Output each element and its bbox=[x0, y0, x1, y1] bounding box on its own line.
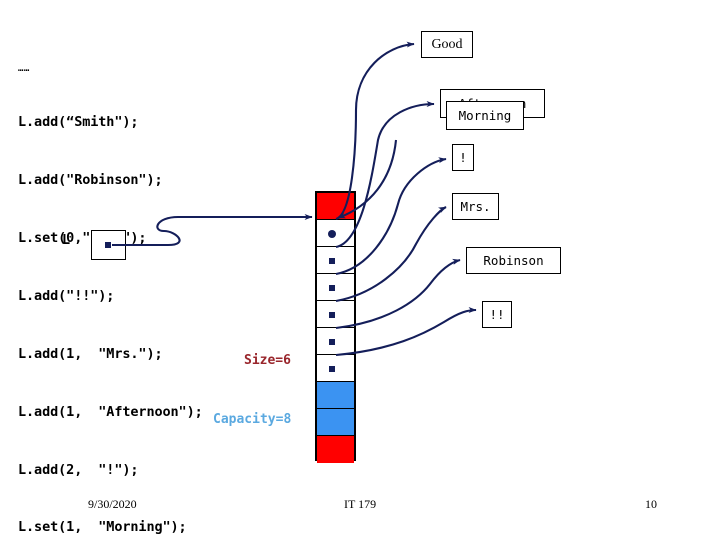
array-cell-pointer-dot-icon bbox=[329, 366, 335, 372]
array-cell-pointer-dot-icon bbox=[328, 230, 336, 238]
pointer-variable-label: L bbox=[62, 232, 71, 248]
value-box: Mrs. bbox=[452, 193, 499, 220]
pointer-dot-icon bbox=[105, 242, 111, 248]
code-line: L.set(1, "Morning"); bbox=[18, 519, 187, 536]
code-line: L.add("Robinson"); bbox=[18, 172, 163, 189]
array-cell bbox=[317, 301, 354, 328]
array-cell bbox=[317, 220, 354, 247]
arrow-slot5-to-bangbang bbox=[335, 307, 477, 357]
value-box: ! bbox=[452, 144, 474, 171]
array-cell bbox=[317, 328, 354, 355]
array-cell bbox=[317, 436, 354, 463]
value-box: Morning bbox=[446, 101, 524, 130]
code-line: L.add(1, "Mrs."); bbox=[18, 345, 163, 362]
code-line: L.add(1, "Afternoon"); bbox=[18, 403, 203, 420]
capacity-annotation: Capacity=8 bbox=[213, 412, 292, 427]
value-box: !! bbox=[482, 301, 512, 328]
array-backing-store bbox=[315, 191, 356, 463]
code-line: L.add(2, "!"); bbox=[18, 461, 139, 478]
array-cell-pointer-dot-icon bbox=[329, 339, 335, 345]
footer-date: 9/30/2020 bbox=[88, 497, 137, 511]
array-cell bbox=[317, 409, 354, 436]
value-box: Good bbox=[421, 31, 473, 58]
code-line: L.add("!!"); bbox=[18, 287, 115, 304]
footer-page-number: 10 bbox=[645, 497, 657, 511]
array-cell bbox=[317, 382, 354, 409]
slide-canvas: …… L.add(“Smith"); L.add("Robinson"); L.… bbox=[0, 0, 720, 540]
code-ellipsis: …… bbox=[18, 63, 30, 74]
footer-course: IT 179 bbox=[344, 497, 377, 511]
size-annotation: Size=6 bbox=[244, 353, 291, 368]
array-cell bbox=[317, 193, 354, 220]
code-line: L.add(“Smith"); bbox=[18, 114, 139, 131]
array-cell bbox=[317, 355, 354, 382]
value-box: Robinson bbox=[466, 247, 561, 274]
array-cell-pointer-dot-icon bbox=[329, 258, 335, 264]
array-cell bbox=[317, 247, 354, 274]
array-cell-pointer-dot-icon bbox=[329, 312, 335, 318]
array-cell bbox=[317, 274, 354, 301]
array-cell-pointer-dot-icon bbox=[329, 285, 335, 291]
pointer-variable-box bbox=[91, 230, 126, 260]
code-listing: …… L.add(“Smith"); L.add("Robinson"); L.… bbox=[18, 24, 203, 540]
